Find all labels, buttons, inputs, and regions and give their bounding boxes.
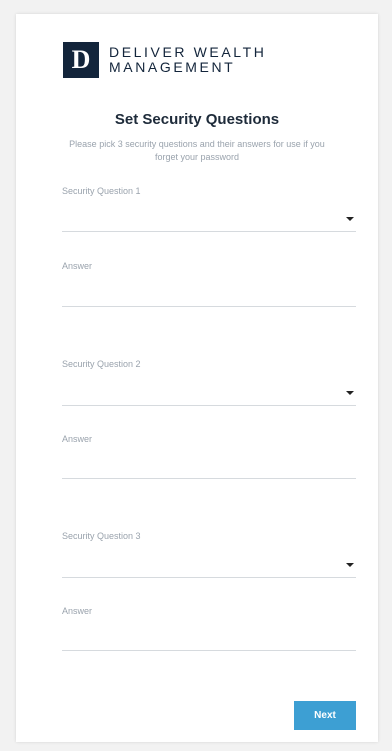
question-1-select[interactable] xyxy=(62,209,356,232)
next-button[interactable]: Next xyxy=(294,701,356,730)
question-1-label: Security Question 1 xyxy=(62,186,141,196)
answer-1-label: Answer xyxy=(62,261,93,271)
question-3-label: Security Question 3 xyxy=(62,531,141,541)
page-title: Set Security Questions xyxy=(114,111,280,128)
answer-2-label: Answer xyxy=(62,434,93,444)
security-questions-card: D DELIVER WEALTH MANAGEMENT Set Security… xyxy=(16,14,378,742)
logo-line-2: MANAGEMENT xyxy=(109,59,236,75)
answer-3-label: Answer xyxy=(62,606,93,616)
answer-2-input[interactable] xyxy=(62,458,356,479)
question-3-select[interactable] xyxy=(62,555,356,578)
answer-1-input[interactable] xyxy=(62,286,356,307)
chevron-down-icon xyxy=(346,217,354,221)
logo-line-1: DELIVER WEALTH xyxy=(109,44,267,60)
chevron-down-icon xyxy=(346,563,354,567)
question-2-label: Security Question 2 xyxy=(62,359,141,369)
question-2-select[interactable] xyxy=(62,383,356,406)
answer-3-input[interactable] xyxy=(62,630,356,651)
logo-wordmark: DELIVER WEALTH MANAGEMENT xyxy=(109,45,267,75)
page-subtitle: Please pick 3 security questions and the… xyxy=(69,139,325,162)
chevron-down-icon xyxy=(346,391,354,395)
logo-mark: D xyxy=(63,42,99,78)
brand-logo: D DELIVER WEALTH MANAGEMENT xyxy=(63,42,267,78)
